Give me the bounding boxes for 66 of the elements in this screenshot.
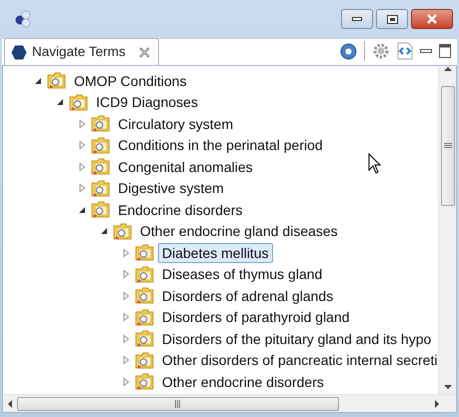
tree-item[interactable]: Circulatory system [114, 114, 238, 134]
tree-item[interactable]: Other endocrine disorders [158, 372, 328, 392]
minimize-icon [352, 17, 362, 21]
collapsed-arrow-icon[interactable] [121, 334, 131, 344]
collapsed-arrow-icon[interactable] [77, 118, 87, 129]
collapsed-arrow-icon[interactable] [77, 140, 87, 150]
folder-icon [135, 244, 154, 262]
folder-icon [135, 373, 154, 390]
folder-icon [135, 308, 154, 326]
settings-icon[interactable] [372, 42, 390, 60]
tree-item[interactable]: Diabetes mellitus [158, 242, 273, 263]
expanded-arrow-icon[interactable] [99, 226, 109, 236]
folder-icon [91, 180, 110, 197]
code-file-icon[interactable] [397, 42, 413, 60]
tree-item[interactable]: Disorders of adrenal glands [158, 286, 338, 306]
collapsed-arrow-icon[interactable] [121, 355, 131, 366]
minimize-button[interactable] [341, 9, 373, 29]
folder-icon [113, 222, 132, 240]
scroll-right-icon[interactable] [434, 400, 440, 408]
tree-item[interactable]: Diseases of thymus gland [158, 264, 326, 284]
collapsed-arrow-icon[interactable] [121, 269, 131, 280]
maximize-view-icon[interactable] [439, 44, 451, 58]
app-logo-icon [14, 10, 32, 28]
scroll-down-icon[interactable] [444, 384, 452, 390]
tree-item[interactable]: Other disorders of pancreatic internal secreti [158, 350, 438, 370]
tree-item[interactable]: Other endocrine gland diseases [136, 221, 342, 242]
folder-icon [135, 330, 154, 348]
expanded-arrow-icon[interactable] [77, 204, 87, 215]
tree-item[interactable]: Digestive system [114, 178, 228, 198]
navigate-terms-tab[interactable]: Navigate Terms [4, 38, 159, 65]
maximize-button[interactable] [376, 9, 408, 29]
collapsed-arrow-icon[interactable] [121, 248, 131, 258]
tree-item[interactable]: Disorders of the pituitary gland and its hypo [158, 328, 436, 349]
hexagon-icon [11, 44, 27, 60]
minimize-view-icon[interactable] [420, 47, 432, 55]
expanded-arrow-icon[interactable] [33, 76, 43, 86]
folder-icon [135, 287, 154, 304]
collapsed-arrow-icon[interactable] [77, 183, 87, 194]
tree-item[interactable]: Congenital anomalies [114, 156, 257, 177]
folder-icon [135, 352, 154, 369]
scrollbar-thumb[interactable] [17, 396, 339, 410]
tree-item[interactable]: Endocrine disorders [114, 200, 247, 220]
maximize-icon [386, 14, 398, 24]
tree-item[interactable]: Disorders of parathyroid gland [158, 307, 354, 328]
close-icon[interactable] [138, 46, 150, 58]
collapsed-arrow-icon[interactable] [121, 376, 131, 387]
folder-icon [69, 94, 88, 111]
mouse-pointer-icon [368, 153, 382, 175]
folder-icon [47, 72, 66, 90]
collapsed-arrow-icon[interactable] [121, 312, 131, 322]
scroll-left-icon[interactable] [7, 400, 13, 408]
tree-item[interactable]: Conditions in the perinatal period [114, 135, 327, 156]
folder-icon [135, 266, 154, 283]
tree-item[interactable]: ICD9 Diagnoses [92, 92, 202, 112]
scrollbar-thumb[interactable] [440, 86, 454, 206]
collapsed-arrow-icon[interactable] [121, 290, 131, 301]
collapsed-arrow-icon[interactable] [77, 162, 87, 172]
help-icon[interactable] [340, 42, 357, 60]
close-icon [426, 14, 438, 24]
expanded-arrow-icon[interactable] [55, 97, 65, 108]
folder-icon [91, 115, 110, 132]
folder-icon [91, 201, 110, 218]
tree-item[interactable]: OMOP Conditions [70, 70, 191, 91]
folder-icon [91, 136, 110, 154]
close-button[interactable] [411, 9, 453, 29]
folder-icon [91, 158, 110, 176]
